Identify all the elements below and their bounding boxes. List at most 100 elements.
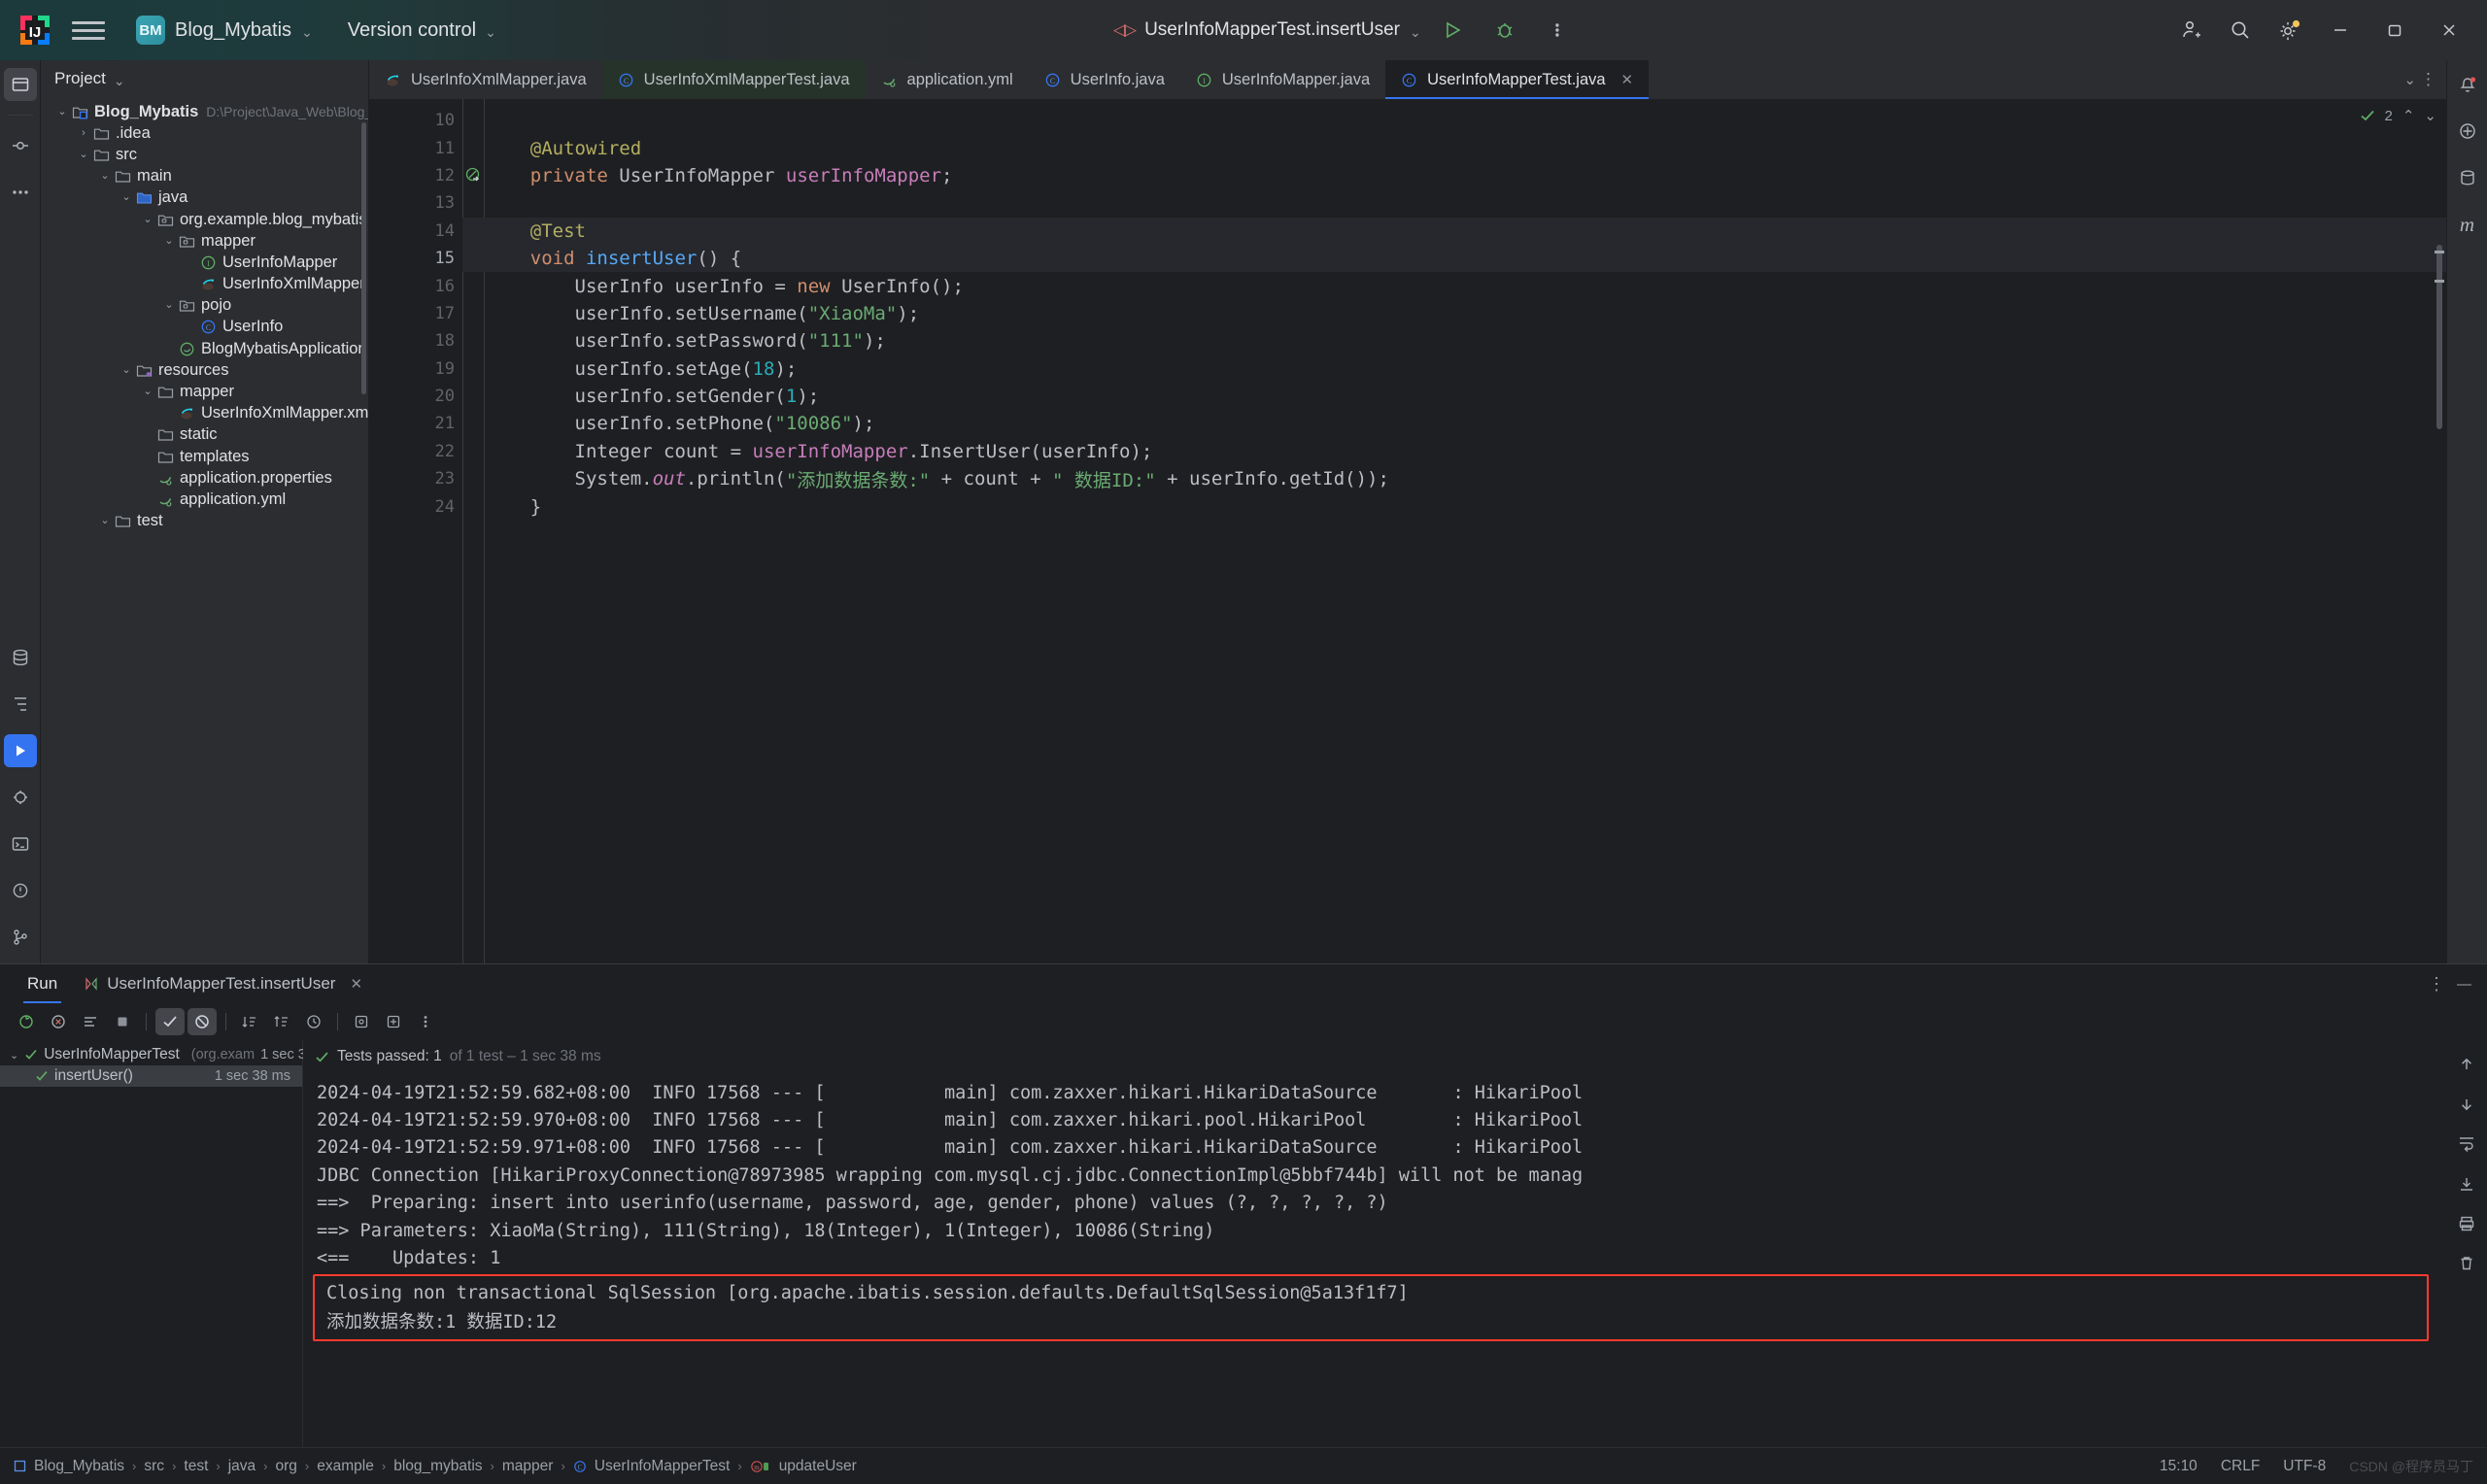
project-tool-window-icon[interactable] — [3, 68, 37, 101]
project-tree-row[interactable]: ⌄ java — [41, 187, 368, 209]
code-line[interactable]: userInfo.setUsername("XiaoMa"); — [462, 300, 2446, 327]
hide-ignored-icon[interactable] — [187, 1008, 217, 1035]
gutter-line[interactable]: 21 — [369, 410, 462, 437]
project-tree-row[interactable]: ⌄ resources — [41, 359, 368, 381]
tab-run[interactable]: Run — [14, 964, 71, 1003]
code-line[interactable]: } — [462, 492, 2446, 520]
editor-gutter[interactable]: 10 11 12 13 14 15 16 17 18 19 20 21 22 23 24 — [369, 99, 480, 963]
gutter-line[interactable]: 19 — [369, 355, 462, 383]
clear-all-icon[interactable] — [2458, 1255, 2475, 1277]
project-tree-row[interactable]: UserInfoXmlMapper — [41, 274, 368, 295]
editor-tab[interactable]: C UserInfo.java — [1029, 60, 1180, 99]
code-line[interactable]: System. out .println("添加数据条数:" + count + "… — [462, 465, 2446, 492]
code-line[interactable]: UserInfo userInfo = new UserInfo(); — [462, 272, 2446, 299]
chevron-down-icon[interactable]: ⌄ — [1410, 25, 1421, 39]
chevron-down-icon[interactable]: ⌄ — [140, 387, 155, 397]
scroll-up-icon[interactable] — [2458, 1056, 2475, 1078]
project-tree-row[interactable]: ⌄ mapper — [41, 381, 368, 402]
database-right-icon[interactable] — [2451, 161, 2484, 194]
console-output[interactable]: 2024-04-19T21:52:59.682+08:00 INFO 17568… — [303, 1073, 2446, 1447]
test-tree-row[interactable]: ⌄ UserInfoMapperTest (org.exam 1 sec 38 ms — [0, 1044, 336, 1065]
breadcrumb-item[interactable]: UserInfoMapperTest — [595, 1458, 731, 1475]
more-vertical-icon[interactable]: ⋮ — [2428, 974, 2445, 995]
project-tree-row[interactable]: ⌄ pojo — [41, 295, 368, 317]
git-tool-window-icon[interactable] — [4, 921, 37, 954]
code-line[interactable]: userInfo.setAge(18); — [462, 355, 2446, 383]
project-tree-row[interactable]: static — [41, 424, 368, 446]
gutter-line[interactable]: 13 — [369, 189, 462, 217]
breadcrumb-item[interactable]: blog_mybatis — [393, 1458, 482, 1475]
project-tree-row[interactable]: ⌄ src — [41, 144, 368, 165]
project-tree-row[interactable]: application.yml — [41, 489, 368, 510]
editor-tab[interactable]: application.yml — [866, 60, 1029, 99]
project-selector[interactable]: BM Blog_Mybatis ⌄ — [128, 12, 321, 49]
chevron-down-icon[interactable]: ⌄ — [119, 364, 134, 376]
sort-alphabetically-icon[interactable] — [235, 1008, 264, 1035]
open-in-browser-icon[interactable] — [379, 1008, 408, 1035]
breadcrumb-item[interactable]: org — [276, 1458, 297, 1475]
chevron-down-icon[interactable]: ⌄ — [76, 149, 91, 160]
more-vertical-icon[interactable]: ⋮ — [2420, 70, 2436, 89]
line-separator[interactable]: CRLF — [2221, 1458, 2260, 1475]
maven-icon[interactable]: m — [2451, 208, 2484, 241]
gutter-line[interactable]: 20 — [369, 383, 462, 410]
gear-icon[interactable] — [2267, 9, 2310, 51]
code-text-area[interactable]: @Autowired private UserInfoMapper userIn… — [462, 99, 2446, 963]
gutter-line[interactable]: 15 — [369, 245, 480, 272]
breadcrumb-item[interactable]: java — [228, 1458, 256, 1475]
sort-by-duration-icon[interactable] — [267, 1008, 296, 1035]
code-line[interactable]: private UserInfoMapper userInfoMapper; — [462, 162, 2446, 189]
close-icon[interactable]: ✕ — [350, 975, 362, 993]
gutter-line[interactable]: 17 — [369, 300, 462, 327]
commit-tool-window-icon[interactable] — [4, 129, 37, 162]
database-tool-window-icon[interactable] — [4, 641, 37, 674]
project-tree-row[interactable]: BlogMybatisApplication — [41, 338, 368, 359]
breadcrumb-item[interactable]: Blog_Mybatis — [34, 1458, 124, 1475]
project-tree-row[interactable]: C UserInfo — [41, 317, 368, 338]
file-encoding[interactable]: UTF-8 — [2283, 1458, 2326, 1475]
chevron-down-icon[interactable]: ⌄ — [114, 74, 125, 87]
code-line[interactable]: userInfo.setGender(1); — [462, 383, 2446, 410]
code-line[interactable] — [462, 189, 2446, 217]
breadcrumb-item[interactable]: test — [184, 1458, 208, 1475]
gutter-line[interactable]: 23 — [369, 465, 462, 492]
gutter-line[interactable]: 11 — [369, 134, 462, 161]
expand-icon[interactable] — [299, 1008, 328, 1035]
chevron-down-icon[interactable]: ⌄ — [140, 214, 155, 225]
notifications-icon[interactable] — [2451, 68, 2484, 101]
code-line[interactable]: userInfo.setPassword("111"); — [462, 327, 2446, 354]
breadcrumb[interactable]: Blog_Mybatis › src › test › java › org › example › b… — [14, 1458, 857, 1475]
run-tool-window-icon[interactable] — [3, 734, 37, 767]
run-toolbar[interactable] — [0, 1003, 2487, 1040]
code-line[interactable]: @Test — [462, 217, 2446, 245]
chevron-up-icon[interactable]: ⌃ — [2402, 107, 2415, 124]
project-tree[interactable]: ⌄ Blog_Mybatis D:\Project\Java_Web\Blog_My… — [41, 97, 368, 963]
gutter-line[interactable]: 22 — [369, 438, 462, 465]
breadcrumb-item[interactable]: example — [317, 1458, 374, 1475]
code-line[interactable]: @Autowired — [462, 134, 2446, 161]
ai-assistant-icon[interactable] — [2451, 115, 2484, 148]
chevron-down-icon[interactable]: ⌄ — [161, 300, 177, 311]
scroll-down-icon[interactable] — [2458, 1096, 2475, 1118]
chevron-down-icon[interactable]: ⌄ — [97, 171, 113, 182]
rerun-icon[interactable] — [12, 1008, 41, 1035]
structure-tool-window-icon[interactable] — [4, 688, 37, 721]
soft-wrap-icon[interactable] — [2458, 1135, 2475, 1158]
code-editor[interactable]: 10 11 12 13 14 15 16 17 18 19 20 21 22 23 24 @Autowire… — [369, 99, 2446, 963]
chevron-down-icon[interactable]: ⌄ — [97, 516, 113, 526]
hamburger-menu-icon[interactable] — [72, 14, 105, 47]
chevron-down-icon[interactable]: ⌄ — [119, 192, 134, 203]
stop-icon[interactable] — [108, 1008, 137, 1035]
tab-test-session[interactable]: UserInfoMapperTest.insertUser ✕ — [71, 964, 376, 1003]
more-tool-windows-icon[interactable] — [4, 176, 37, 209]
chevron-down-icon[interactable]: ⌄ — [2424, 107, 2436, 124]
editor-scrollbar[interactable] — [2436, 245, 2442, 429]
chevron-down-icon[interactable]: ⌄ — [2403, 71, 2416, 88]
add-user-icon[interactable] — [2170, 9, 2213, 51]
code-line[interactable]: void insertUser() { — [462, 244, 2446, 273]
editor-tab[interactable]: C UserInfoXmlMapperTest.java — [601, 60, 866, 99]
project-tree-row[interactable]: UserInfoXmlMapper.xml — [41, 403, 368, 424]
gutter-line[interactable]: 10 — [369, 107, 462, 134]
problems-tool-window-icon[interactable] — [4, 874, 37, 907]
debug-tool-window-icon[interactable] — [4, 781, 37, 814]
